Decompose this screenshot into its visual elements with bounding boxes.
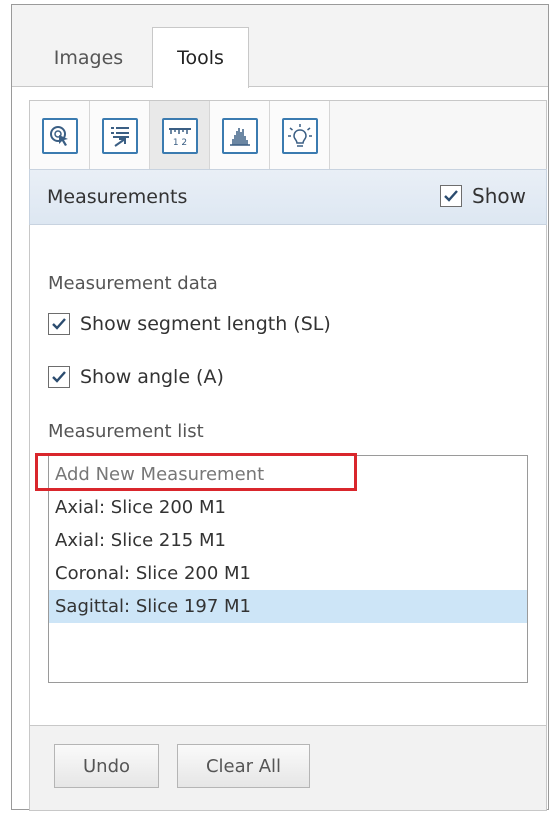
add-new-measurement-item[interactable]: Add New Measurement [49,458,527,491]
measurements-content: Measurement data Show segment length (SL… [29,225,547,725]
undo-button[interactable]: Undo [54,744,159,788]
measurement-list-heading: Measurement list [48,421,204,442]
measurements-header: Measurements Show [29,169,547,225]
list-item[interactable]: Axial: Slice 215 M1 [49,524,527,557]
show-label: Show [472,184,526,208]
tab-tools-label: Tools [177,47,224,69]
list-item[interactable]: Axial: Slice 200 M1 [49,491,527,524]
list-item-selected[interactable]: Sagittal: Slice 197 M1 [49,590,527,623]
tool-ruler-button[interactable]: 1 2 [150,101,210,170]
list-item[interactable]: Coronal: Slice 200 M1 [49,557,527,590]
lightbulb-icon [281,117,318,154]
angle-label: Show angle (A) [80,366,224,388]
measurement-data-heading: Measurement data [48,273,218,294]
ruler-measure-icon: 1 2 [161,117,198,154]
measurement-listbox[interactable]: Add New Measurement Axial: Slice 200 M1 … [35,453,528,683]
segment-length-label: Show segment length (SL) [80,313,331,335]
tab-images[interactable]: Images [26,27,151,88]
tool-lightbulb-button[interactable] [270,101,330,170]
tool-histogram-button[interactable] [210,101,270,170]
angle-option[interactable]: Show angle (A) [48,366,224,388]
segment-length-checkbox[interactable] [48,313,70,335]
tab-tools[interactable]: Tools [152,27,249,88]
pointer-select-icon [41,117,78,154]
tab-bar: Images Tools [12,5,548,88]
tool-list-button[interactable] [90,101,150,170]
clear-all-button[interactable]: Clear All [177,744,310,788]
angle-checkbox[interactable] [48,366,70,388]
segment-length-option[interactable]: Show segment length (SL) [48,313,331,335]
section-title: Measurements [47,186,188,208]
checkmark-icon [52,371,66,383]
ruler-icon-text: 1 2 [172,138,186,148]
histogram-icon [221,117,258,154]
tools-panel: Images Tools 1 2 Measurements Show Measu… [11,4,549,811]
footer-bar: Undo Clear All [29,725,547,811]
checkmark-icon [444,190,458,202]
list-export-icon [101,117,138,154]
tool-pointer-button[interactable] [30,101,90,170]
checkmark-icon [52,318,66,330]
tool-strip: 1 2 [29,100,547,170]
show-checkbox[interactable] [440,185,462,207]
tab-images-label: Images [53,46,124,69]
show-toggle[interactable]: Show [440,184,526,208]
